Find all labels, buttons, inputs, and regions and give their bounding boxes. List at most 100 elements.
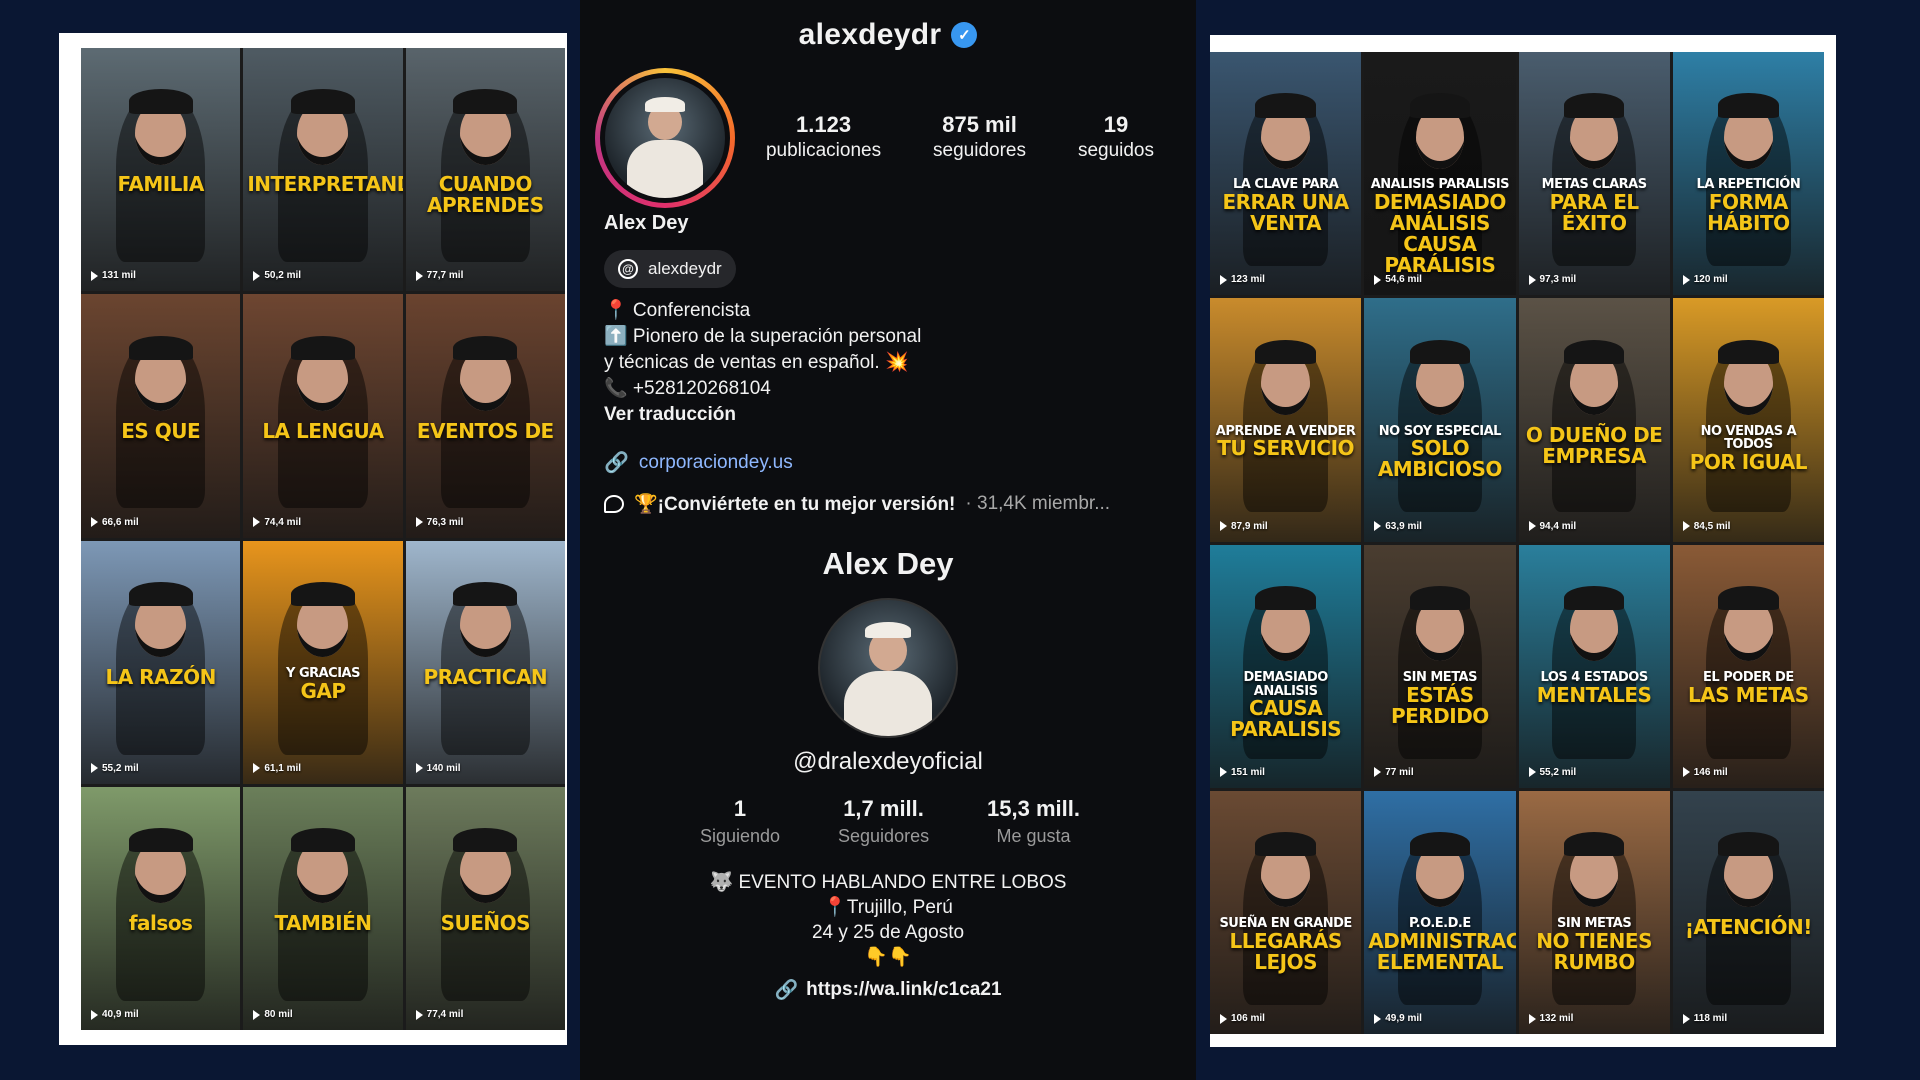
reel-thumbnail[interactable]: INTERPRETANDO 50,2 mil (243, 48, 403, 292)
reel-thumbnail[interactable]: EL PODER DE LAS METAS 146 mil (1672, 544, 1824, 788)
tt-stat-followers[interactable]: 1,7 mill. Seguidores (838, 796, 929, 847)
channel-members: · 31,4K miembr... (965, 493, 1111, 514)
reel-caption: ANALISIS PARALISIS DEMASIADO ANÁLISIS CAU… (1364, 178, 1515, 276)
right-reels-panel: LA CLAVE PARA ERRAR UNA VENTA 123 mil ANALI… (1210, 35, 1836, 1047)
reel-views: 97,3 mil (1528, 274, 1577, 286)
play-icon (1528, 1013, 1536, 1024)
reel-thumbnail[interactable]: Y GRACIAS GAP 61,1 mil (243, 540, 403, 784)
stat-label: Me gusta (996, 826, 1071, 846)
stat-following[interactable]: 19 seguidos (1078, 112, 1154, 162)
reel-thumbnail[interactable]: NO SOY ESPECIAL SOLO AMBICIOSO 63,9 mil (1364, 298, 1516, 542)
reel-thumbnail[interactable]: TAMBIÉN 80 mil (243, 786, 403, 1030)
reel-thumbnail[interactable]: P.O.E.D.EADMINISTRACIÓN ELEMENTAL 49,9 mi… (1364, 790, 1516, 1034)
reel-thumbnail[interactable]: LA REPETICIÓN FORMA HÁBITO 120 mil (1672, 52, 1824, 296)
reel-thumbnail[interactable]: LA CLAVE PARA ERRAR UNA VENTA 123 mil (1210, 52, 1362, 296)
reel-thumbnail[interactable]: EVENTOS DE 76,3 mil (405, 294, 565, 538)
play-icon (1220, 767, 1227, 778)
reel-view-count: 97,3 mil (1539, 274, 1577, 286)
person-cap (1563, 93, 1625, 118)
reel-view-count: 84,5 mil (1693, 520, 1731, 532)
reel-caption: Y GRACIAS GAP (243, 667, 402, 702)
reel-view-count: 63,9 mil (1385, 520, 1422, 532)
website-link[interactable]: 🔗 corporaciondey.us (604, 450, 793, 475)
reel-caption-main: PRACTICAN (423, 664, 548, 689)
reel-thumbnail[interactable]: CUANDO APRENDES 77,7 mil (405, 48, 565, 292)
reel-caption-main: GAP (300, 678, 346, 703)
story-ring[interactable] (595, 68, 735, 208)
play-icon (91, 1009, 98, 1020)
instagram-avatar[interactable] (605, 78, 725, 198)
reel-thumbnail[interactable]: LA LENGUA 74,4 mil (243, 294, 403, 538)
reel-caption: SIN METAS NO TIENES RUMBO (1519, 917, 1670, 973)
bio-line: 👇👇 (864, 947, 912, 968)
person-cap (1409, 585, 1471, 611)
reel-thumbnail[interactable]: FAMILIA 131 mil (81, 48, 241, 292)
play-icon (415, 763, 423, 774)
stat-value: 15,3 mill. (987, 796, 1080, 821)
reel-thumbnail[interactable]: APRENDE A VENDER TU SERVICIO 87,9 mil (1210, 298, 1362, 542)
broadcast-channel[interactable]: 🏆¡Conviértete en tu mejor versión! · 31,… (604, 492, 1110, 516)
play-icon (1528, 274, 1536, 285)
person-cap (291, 581, 355, 607)
reel-thumbnail[interactable]: METAS CLARAS PARA EL ÉXITO 97,3 mil (1518, 52, 1670, 296)
right-reels-grid: LA CLAVE PARA ERRAR UNA VENTA 123 mil ANALI… (1210, 52, 1824, 1034)
reel-thumbnail[interactable]: falsos 40,9 mil (81, 786, 241, 1030)
tiktok-link[interactable]: 🔗 https://wa.link/c1ca21 (580, 978, 1196, 1002)
reel-thumbnail[interactable]: ANALISIS PARALISIS DEMASIADO ANÁLISIS CAU… (1364, 52, 1516, 296)
reel-thumbnail[interactable]: SUEÑA EN GRANDE LLEGARÁS LEJOS 106 mil (1210, 790, 1362, 1034)
reel-view-count: 132 mil (1539, 1013, 1574, 1024)
reel-thumbnail[interactable]: SIN METAS NO TIENES RUMBO 132 mil (1518, 790, 1670, 1034)
link-icon: 🔗 (604, 452, 629, 474)
play-icon (1528, 521, 1536, 531)
reel-caption: SUEÑOS (406, 913, 565, 934)
reel-thumbnail[interactable]: LA RAZÓN 55,2 mil (81, 540, 241, 784)
reel-thumbnail[interactable]: NO VENDAS A TODOS POR IGUAL 84,5 mil (1672, 298, 1824, 542)
reel-thumbnail[interactable]: DEMASIADO ANALISIS CAUSA PARALISIS 151 mil (1210, 544, 1362, 788)
reel-thumbnail[interactable]: ¡ATENCIÓN! 118 mil (1672, 790, 1824, 1034)
reel-views: 146 mil (1682, 767, 1728, 778)
reel-caption-main: INTERPRETANDO (247, 172, 402, 197)
reel-caption: LA REPETICIÓN FORMA HÁBITO (1673, 178, 1824, 234)
reel-view-count: 140 mil (426, 762, 461, 774)
stat-followers[interactable]: 875 mil seguidores (933, 112, 1026, 162)
reel-thumbnail[interactable]: LOS 4 ESTADOS MENTALES 55,2 mil (1518, 544, 1670, 788)
threads-link-pill[interactable]: @ alexdeydr (604, 250, 736, 288)
instagram-username: alexdeydr (798, 18, 942, 51)
reel-caption: NO SOY ESPECIAL SOLO AMBICIOSO (1364, 425, 1515, 481)
person-cap (1718, 585, 1779, 611)
reel-caption-main: ESTÁS PERDIDO (1390, 682, 1489, 728)
reel-thumbnail[interactable]: ES QUE 66,6 mil (81, 294, 241, 538)
reel-thumbnail[interactable]: SUEÑOS 77,4 mil (405, 786, 565, 1030)
play-icon (415, 517, 423, 527)
stat-value: 1.123 (796, 112, 852, 137)
tt-stat-following[interactable]: 1 Siguiendo (700, 796, 780, 847)
reel-view-count: 106 mil (1231, 1013, 1265, 1024)
person-cap (128, 581, 193, 607)
reel-caption: LA LENGUA (243, 420, 402, 442)
reel-view-count: 94,4 mil (1539, 520, 1577, 532)
reel-views: 77,7 mil (415, 270, 463, 281)
reel-view-count: 66,6 mil (102, 516, 139, 528)
bio-line: 📍 Conferencista (604, 300, 751, 321)
reel-thumbnail[interactable]: O DUEÑO DE EMPRESA 94,4 mil (1518, 298, 1670, 542)
stat-label: seguidos (1077, 140, 1154, 161)
translate-link[interactable]: Ver traducción (604, 402, 921, 428)
reel-caption: PRACTICAN (406, 664, 565, 689)
reel-caption-main: EVENTOS DE (416, 418, 554, 443)
reel-thumbnail[interactable]: PRACTICAN 140 mil (405, 540, 565, 784)
stat-posts[interactable]: 1.123 publicaciones (766, 112, 881, 162)
tiktok-avatar[interactable] (818, 598, 958, 738)
play-icon (1220, 274, 1227, 285)
website-text: corporaciondey.us (638, 451, 793, 473)
reel-caption-main: FAMILIA (117, 172, 204, 197)
reel-thumbnail[interactable]: SIN METAS ESTÁS PERDIDO 77 mil (1364, 544, 1516, 788)
bio-line: 🐺 EVENTO HABLANDO ENTRE LOBOS (709, 872, 1067, 893)
reel-caption-main: TU SERVICIO (1217, 436, 1355, 461)
reel-caption: NO VENDAS A TODOS POR IGUAL (1673, 424, 1824, 473)
stat-label: Seguidores (838, 826, 930, 846)
reel-view-count: 87,9 mil (1231, 520, 1268, 532)
reel-view-count: 77,4 mil (426, 1009, 464, 1020)
threads-handle: alexdeydr (648, 259, 722, 278)
reel-caption: INTERPRETANDO (243, 174, 402, 195)
reel-caption-main: FORMA HÁBITO (1707, 190, 1790, 236)
